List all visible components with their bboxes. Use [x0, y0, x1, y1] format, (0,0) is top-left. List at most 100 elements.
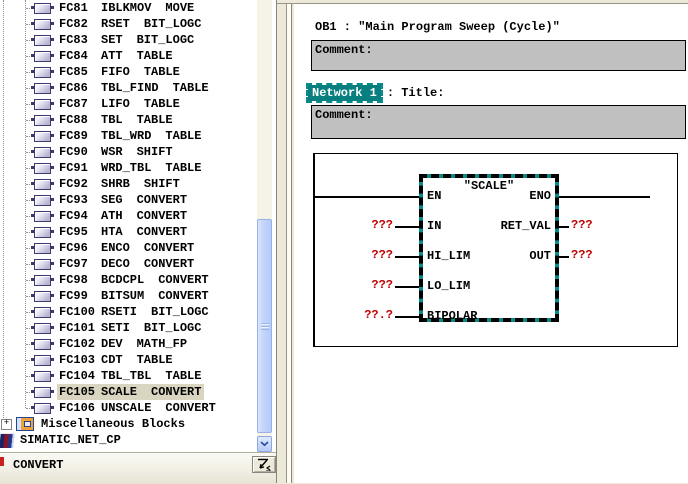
pin-connector-line — [559, 196, 569, 198]
tree-row-block[interactable]: FC93SEGCONVERT — [0, 192, 256, 208]
block-family: CONVERT — [137, 193, 187, 207]
block-row-text: FC105SCALECONVERT — [57, 384, 204, 400]
block-id: FC101 — [59, 321, 101, 335]
block-family: SHIFT — [137, 145, 173, 159]
operand-placeholder[interactable]: ??? — [571, 219, 593, 232]
function-block-icon — [34, 275, 51, 286]
block-name: HTA — [101, 225, 123, 239]
network-comment-field[interactable]: Comment: — [311, 105, 686, 139]
block-row-text: FC97DECOCONVERT — [57, 256, 197, 272]
block-family: MATH_FP — [137, 337, 187, 351]
function-block-icon — [34, 323, 51, 334]
tree-row-block[interactable]: FC96ENCOCONVERT — [0, 240, 256, 256]
block-family: TABLE — [165, 129, 201, 143]
tree-row-block[interactable]: FC102DEV MATH_FP — [0, 336, 256, 352]
block-input-pin-labels: EN IN HI_LIM LO_LIM BIPOLAR — [427, 189, 477, 339]
function-block-icon — [34, 19, 51, 30]
input-operands: ??? ??? ??? ??.? — [315, 189, 419, 339]
tree-row-block[interactable]: FC101SETIBIT_LOGC — [0, 320, 256, 336]
output-operands: ??? ??? — [559, 189, 679, 279]
tree-row-block[interactable]: FC98BCDCPLCONVERT — [0, 272, 256, 288]
block-family: MOVE — [165, 1, 194, 15]
tree-row-block[interactable]: FC100RSETIBIT_LOGC — [0, 304, 256, 320]
overview-toggle-button[interactable] — [252, 456, 276, 473]
block-tree: FC81IBLKMOVMOVE FC82RSETBIT_LOGC FC83SET… — [0, 0, 256, 452]
pin-connector-line — [559, 226, 569, 228]
block-name: FIFO — [101, 65, 130, 79]
tree-row-block[interactable]: FC82RSETBIT_LOGC — [0, 16, 256, 32]
function-block-icon — [34, 371, 51, 382]
network-badge[interactable]: Network 1 — [308, 85, 381, 101]
pin-connector-line — [395, 316, 419, 318]
tree-row-block[interactable]: FC104TBL_TBLTABLE — [0, 368, 256, 384]
scrollbar-down-button[interactable] — [257, 436, 272, 452]
block-id: FC104 — [59, 369, 101, 383]
operand-placeholder[interactable]: ??? — [371, 219, 393, 232]
block-id: FC85 — [59, 65, 101, 79]
network-title-label[interactable]: : Title: — [385, 86, 445, 100]
block-row-text: FC95HTA CONVERT — [57, 224, 190, 240]
tree-row-block[interactable]: FC105SCALECONVERT — [0, 384, 256, 400]
function-block-icon — [34, 355, 51, 366]
tree-row-block[interactable]: FC89TBL_WRDTABLE — [0, 128, 256, 144]
block-id: FC102 — [59, 337, 101, 351]
input-operand-row: ??.? — [315, 309, 419, 339]
tree-row-block[interactable]: FC81IBLKMOVMOVE — [0, 0, 256, 16]
output-pin-label: RET_VAL — [501, 219, 551, 249]
tree-row-block[interactable]: FC103CDTTABLE — [0, 352, 256, 368]
tree-row-block[interactable]: FC85FIFOTABLE — [0, 64, 256, 80]
pane-splitter[interactable] — [277, 0, 294, 483]
input-operand-row: ??? — [315, 279, 419, 309]
tree-scrollbar[interactable] — [257, 0, 272, 452]
block-id: FC97 — [59, 257, 101, 271]
input-pin-label: LO_LIM — [427, 279, 477, 309]
block-family: CONVERT — [165, 401, 215, 415]
operand-placeholder[interactable]: ??? — [371, 249, 393, 262]
network-canvas[interactable]: "SCALE" EN IN HI_LIM LO_LIM BIPOLAR ENO — [313, 153, 678, 347]
block-row-text: FC94ATHCONVERT — [57, 208, 190, 224]
function-block-icon — [34, 163, 51, 174]
operand-placeholder[interactable]: ??? — [371, 279, 393, 292]
block-name: DEV — [101, 337, 123, 351]
tree-row-block[interactable]: FC88TBLTABLE — [0, 112, 256, 128]
operand-placeholder[interactable]: ??? — [571, 249, 593, 262]
tree-row-block[interactable]: FC92SHRBSHIFT — [0, 176, 256, 192]
block-id: FC95 — [59, 225, 101, 239]
red-marker-icon — [0, 457, 4, 466]
ob1-title: OB1 : "Main Program Sweep (Cycle)" — [315, 20, 560, 34]
tree-row-block[interactable]: FC87LIFOTABLE — [0, 96, 256, 112]
block-row-text: FC85FIFOTABLE — [57, 64, 183, 80]
operand-placeholder[interactable]: ??.? — [364, 309, 393, 322]
ob1-comment-field[interactable]: Comment: — [311, 40, 686, 71]
block-name: SCALE — [101, 385, 137, 399]
function-block-icon — [34, 179, 51, 190]
function-block-icon — [34, 99, 51, 110]
block-name: TBL_WRD — [101, 129, 151, 143]
tree-row-block[interactable]: FC83SETBIT_LOGC — [0, 32, 256, 48]
scrollbar-thumb[interactable] — [257, 219, 272, 433]
input-pin-label: HI_LIM — [427, 249, 477, 279]
expand-plus-icon[interactable]: + — [1, 419, 12, 430]
tree-row-block[interactable]: FC95HTA CONVERT — [0, 224, 256, 240]
function-block-icon — [34, 131, 51, 142]
block-family: TABLE — [137, 353, 173, 367]
block-name: CDT — [101, 353, 123, 367]
tree-row-block[interactable]: FC99BITSUMCONVERT — [0, 288, 256, 304]
tree-row-block[interactable]: FC90WSRSHIFT — [0, 144, 256, 160]
block-family: CONVERT — [137, 225, 187, 239]
scale-block[interactable]: "SCALE" EN IN HI_LIM LO_LIM BIPOLAR ENO — [419, 174, 559, 322]
block-id: FC99 — [59, 289, 101, 303]
tree-row-block[interactable]: FC106UNSCALECONVERT — [0, 400, 256, 416]
tree-row-block[interactable]: FC97DECOCONVERT — [0, 256, 256, 272]
block-row-text: FC96ENCOCONVERT — [57, 240, 197, 256]
block-row-text: FC83SETBIT_LOGC — [57, 32, 197, 48]
tree-row-block[interactable]: FC91WRD_TBLTABLE — [0, 160, 256, 176]
tree-row-block[interactable]: FC84ATTTABLE — [0, 48, 256, 64]
output-operand-row: ??? — [559, 219, 679, 249]
tree-row-block[interactable]: FC86TBL_FINDTABLE — [0, 80, 256, 96]
block-id: FC100 — [59, 305, 101, 319]
tree-row-simatic-net-cp[interactable]: SIMATIC_NET_CP — [0, 432, 256, 448]
block-family: TABLE — [165, 161, 201, 175]
tree-row-misc-blocks[interactable]: + Miscellaneous Blocks — [0, 416, 256, 432]
tree-row-block[interactable]: FC94ATHCONVERT — [0, 208, 256, 224]
